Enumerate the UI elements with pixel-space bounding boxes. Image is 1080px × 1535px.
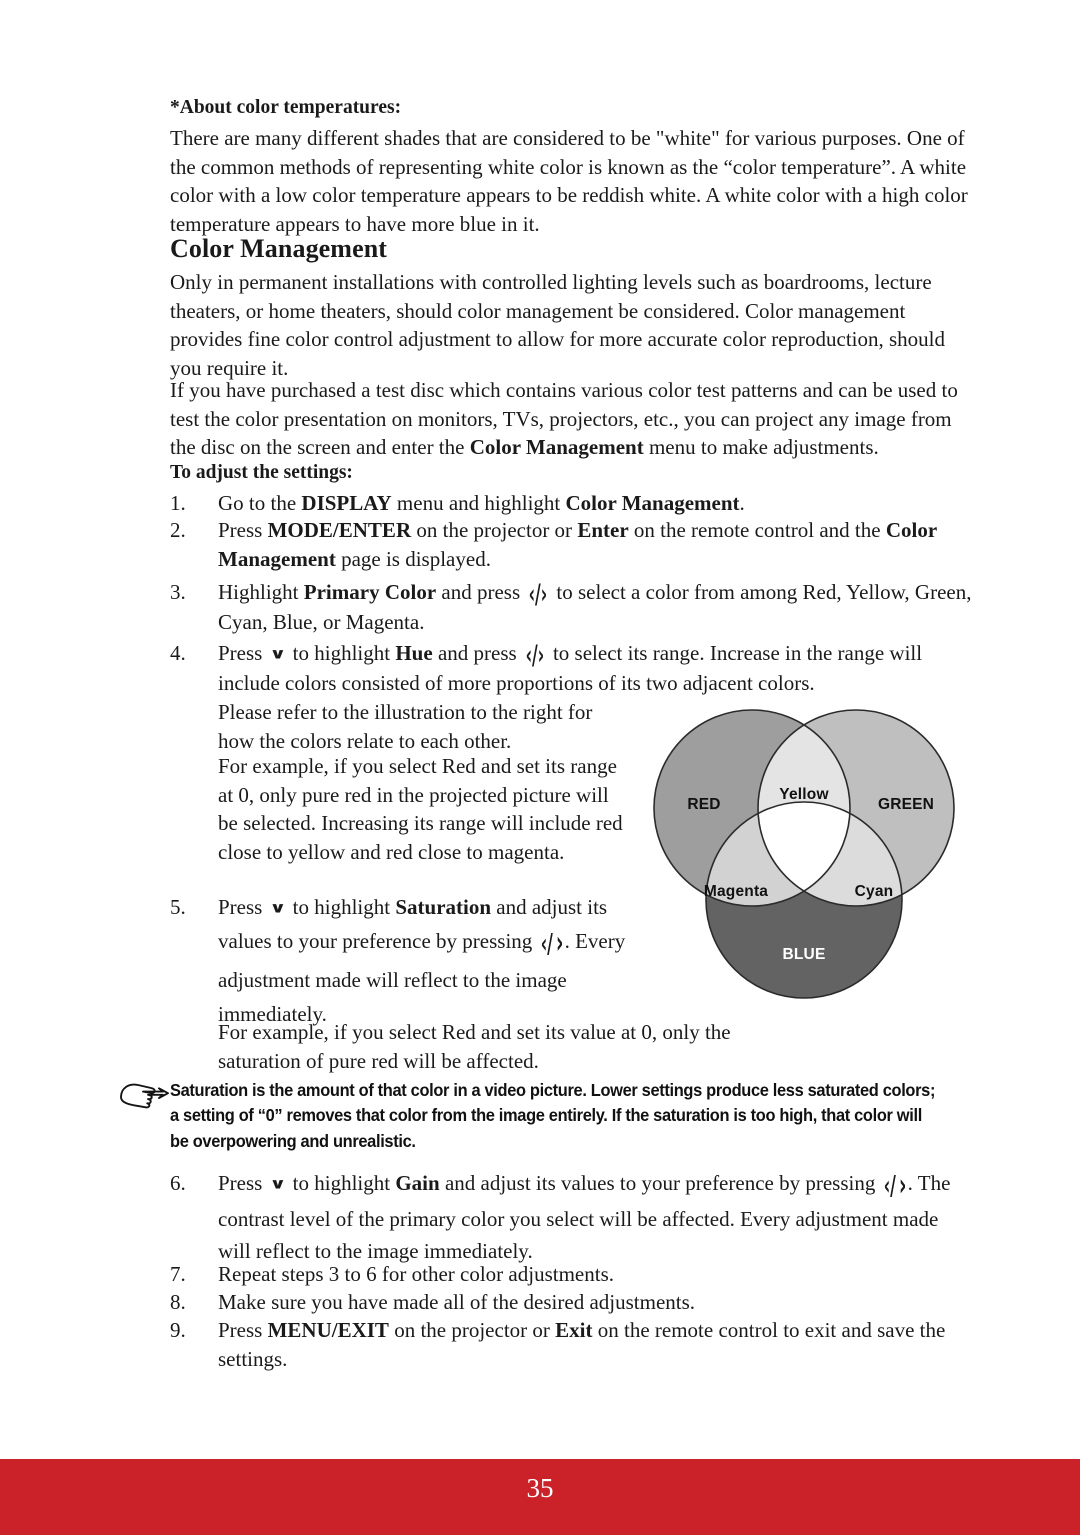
intro-paragraph-1-wrap: Only in permanent installations with con… <box>170 268 976 383</box>
step-4-number: 4. <box>170 641 186 665</box>
intro-paragraph-2-wrap: If you have purchased a test disc which … <box>170 376 976 462</box>
step-4: 4. Press ∨ to highlight Hue and press ‹/… <box>170 639 976 698</box>
right-chevron-icon: › <box>899 1168 907 1204</box>
step-5-example-text: For example, if you select Red and set i… <box>218 1020 731 1073</box>
step-6-c: and adjust its values to your preference… <box>439 1171 881 1195</box>
svg-text:BLUE: BLUE <box>783 946 826 963</box>
step-1: 1. Go to the DISPLAY menu and highlight … <box>170 489 976 518</box>
step-3-b: and press <box>436 580 526 604</box>
step-2-bold-mode-enter: MODE/ENTER <box>267 518 412 542</box>
step-3-a: Highlight <box>218 580 304 604</box>
step-4-text: Press ∨ to highlight Hue and press ‹/› t… <box>218 639 976 698</box>
intro-2-bold-color-management: Color Management <box>469 435 644 460</box>
step-9-bold-exit: Exit <box>555 1318 593 1342</box>
step-3: 3. Highlight Primary Color and press ‹/›… <box>170 578 976 637</box>
step-3-text: Highlight Primary Color and press ‹/› to… <box>218 578 976 637</box>
page-title: Color Management <box>170 234 388 263</box>
step-9: 9. Press MENU/EXIT on the projector or E… <box>170 1316 976 1373</box>
adjust-settings-heading: To adjust the settings: <box>170 462 353 483</box>
svg-text:Cyan: Cyan <box>855 883 894 900</box>
page-footer-bar: 35 <box>0 1459 1080 1535</box>
step-5-number: 5. <box>170 895 186 919</box>
down-chevron-icon: ∨ <box>268 1175 287 1193</box>
right-chevron-icon: › <box>556 926 564 962</box>
step-5-text: Press ∨ to highlight Saturation and adju… <box>218 890 640 1031</box>
step-4-note-illustration: Please refer to the illustration to the … <box>170 698 630 755</box>
down-chevron-icon: ∨ <box>268 645 287 663</box>
step-9-text: Press MENU/EXIT on the projector or Exit… <box>218 1316 976 1373</box>
pointing-hand-icon <box>118 1080 170 1114</box>
step-8-text: Make sure you have made all of the desir… <box>218 1290 696 1314</box>
step-1-bold-color-management: Color Management <box>565 491 740 515</box>
step-9-number: 9. <box>170 1318 186 1342</box>
step-5-bold-saturation: Saturation <box>395 895 492 919</box>
step-9-bold-menu-exit: MENU/EXIT <box>267 1318 389 1342</box>
step-7-number: 7. <box>170 1262 186 1286</box>
step-9-b: on the projector or <box>388 1318 556 1342</box>
color-temperature-paragraph: There are many different shades that are… <box>170 126 968 236</box>
step-2-a: Press <box>218 518 268 542</box>
svg-text:Yellow: Yellow <box>779 786 829 803</box>
step-4-example-text: For example, if you select Red and set i… <box>218 754 623 864</box>
step-2-number: 2. <box>170 518 186 542</box>
intro-paragraph-1: Only in permanent installations with con… <box>170 270 946 380</box>
svg-text:GREEN: GREEN <box>878 796 934 813</box>
step-6-bold-gain: Gain <box>395 1171 440 1195</box>
document-page: *About color temperatures: There are man… <box>0 0 1080 1535</box>
step-3-number: 3. <box>170 580 186 604</box>
intro-2-text-b: menu to make adjustments. <box>643 435 879 460</box>
color-temperature-heading: *About color temperatures: <box>170 97 402 118</box>
left-right-chevron-icon: ‹/› <box>528 577 548 610</box>
note-box: Saturation is the amount of that color i… <box>118 1078 978 1154</box>
step-2-c: on the remote control and the <box>628 518 886 542</box>
step-1-c: . <box>739 491 745 515</box>
color-temperature-paragraph-wrap: There are many different shades that are… <box>170 124 976 239</box>
step-6-b: to highlight <box>287 1171 396 1195</box>
intro-paragraph-2: If you have purchased a test disc which … <box>170 376 976 462</box>
step-8-number: 8. <box>170 1290 186 1314</box>
step-2-b: on the projector or <box>411 518 578 542</box>
step-6-number: 6. <box>170 1171 186 1195</box>
step-3-bold-primary-color: Primary Color <box>303 580 437 604</box>
down-chevron-icon: ∨ <box>268 899 287 917</box>
step-1-a: Go to the <box>218 491 302 515</box>
step-4-example: For example, if you select Red and set i… <box>170 752 630 867</box>
step-6: 6. Press ∨ to highlight Gain and adjust … <box>170 1168 976 1268</box>
step-2-d: page is displayed. <box>335 546 491 571</box>
step-4-illustration-text: Please refer to the illustration to the … <box>218 700 593 753</box>
step-4-a: Press <box>218 641 268 665</box>
step-6-text: Press ∨ to highlight Gain and adjust its… <box>218 1168 976 1268</box>
left-chevron-icon: ‹/ <box>540 926 553 960</box>
step-8: 8. Make sure you have made all of the de… <box>170 1288 976 1317</box>
step-5-b: to highlight <box>287 895 396 919</box>
step-1-bold-display: DISPLAY <box>301 491 392 515</box>
step-7-text: Repeat steps 3 to 6 for other color adju… <box>218 1262 614 1286</box>
step-1-number: 1. <box>170 491 186 515</box>
svg-text:Magenta: Magenta <box>704 883 768 900</box>
page-number: 35 <box>526 1473 554 1503</box>
note-text: Saturation is the amount of that color i… <box>170 1080 936 1151</box>
step-5: 5. Press ∨ to highlight Saturation and a… <box>170 890 640 1031</box>
color-temperature-block: *About color temperatures: <box>170 96 976 119</box>
svg-text:RED: RED <box>687 796 720 813</box>
step-2-text: Press MODE/ENTER on the projector or Ent… <box>218 516 976 573</box>
step-7: 7. Repeat steps 3 to 6 for other color a… <box>170 1260 976 1289</box>
step-6-a: Press <box>218 1171 268 1195</box>
step-1-b: menu and highlight <box>391 491 566 515</box>
step-5-a: Press <box>218 895 268 919</box>
step-9-a: Press <box>218 1318 268 1342</box>
color-relationship-venn-diagram: RED GREEN Yellow Magenta Cyan BLUE <box>644 704 964 1022</box>
section-title-wrap: Color Management <box>170 233 976 264</box>
adjust-heading-wrap: To adjust the settings: <box>170 461 976 484</box>
step-4-bold-hue: Hue <box>395 641 433 665</box>
step-1-text: Go to the DISPLAY menu and highlight Col… <box>218 489 976 518</box>
left-right-chevron-icon: ‹/› <box>525 638 545 671</box>
step-2-bold-enter: Enter <box>577 518 629 542</box>
step-4-c: and press <box>432 641 522 665</box>
step-4-b: to highlight <box>287 641 396 665</box>
step-2: 2. Press MODE/ENTER on the projector or … <box>170 516 976 573</box>
step-5-example: For example, if you select Red and set i… <box>170 1018 770 1075</box>
left-chevron-icon: ‹/ <box>883 1168 896 1202</box>
